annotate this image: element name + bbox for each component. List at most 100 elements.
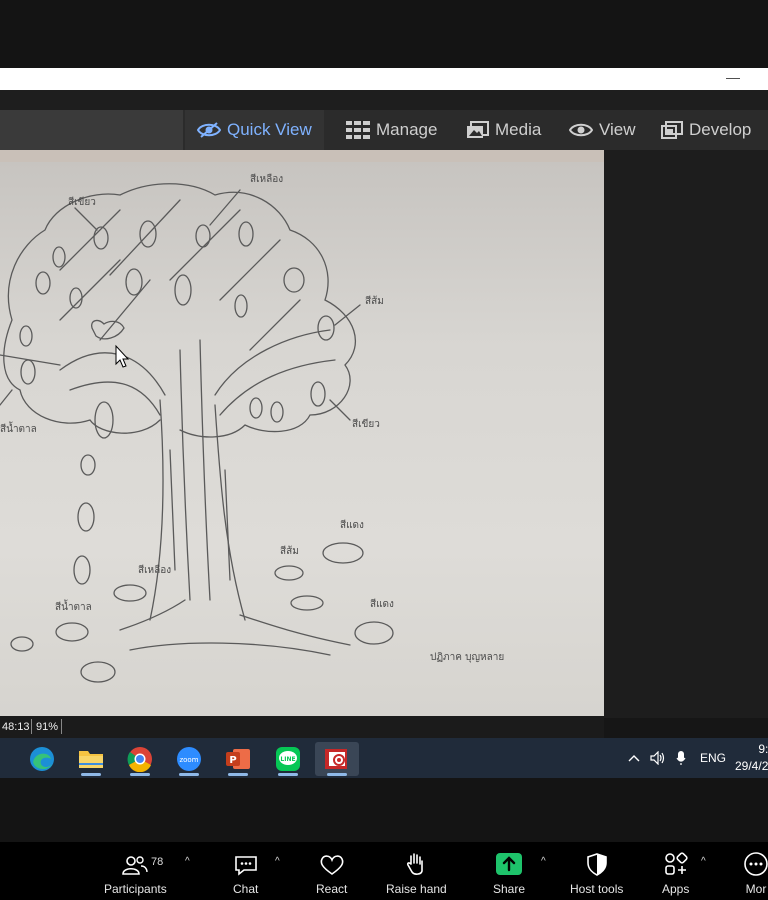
app-toolbar: Quick View Manage Media View Develop — [0, 110, 768, 150]
annotation-ground-far-right: สีแดง — [370, 598, 394, 610]
media-tab[interactable]: Media — [467, 110, 541, 150]
host-tools-button[interactable]: Host tools — [570, 850, 623, 896]
annotation-top: สีเหลือง — [250, 173, 283, 185]
toolbar-left-block — [0, 110, 183, 150]
annotation-ground-center: สีเหลือง — [138, 564, 171, 576]
apps-icon — [664, 850, 688, 876]
running-indicator — [179, 773, 199, 776]
view-label: View — [599, 120, 636, 139]
react-label: React — [316, 882, 348, 896]
status-separator — [31, 719, 32, 734]
apps-button[interactable]: Apps — [662, 850, 689, 896]
tray-clock[interactable]: 9:4 29/4/2 — [735, 741, 768, 775]
annotation-left: สีน้ำตาล — [0, 421, 37, 435]
annotation-top-left: สีเขียว — [68, 196, 96, 208]
running-indicator — [278, 773, 298, 776]
svg-text:LINE: LINE — [280, 756, 295, 763]
quick-view-tab[interactable]: Quick View — [185, 110, 324, 150]
chat-label: Chat — [233, 882, 259, 896]
media-label: Media — [495, 120, 542, 139]
participants-label: Participants — [104, 882, 167, 896]
status-separator — [61, 719, 62, 734]
annotation-right: สีส้ม — [365, 295, 384, 307]
speaker-icon — [650, 751, 665, 765]
running-indicator — [228, 773, 248, 776]
right-side-panel — [604, 150, 768, 718]
raise-hand-button[interactable]: Raise hand — [386, 850, 447, 896]
svg-text:zoom: zoom — [179, 756, 198, 764]
share-button[interactable]: Share — [493, 850, 525, 896]
more-icon — [744, 850, 768, 876]
chat-button[interactable]: Chat — [233, 850, 258, 896]
eye-icon — [569, 122, 593, 138]
file-explorer-icon — [79, 751, 103, 768]
develop-icon — [661, 121, 683, 139]
microphone-icon — [676, 751, 686, 765]
taskbar-line[interactable]: LINE — [266, 742, 310, 776]
chevron-up-icon — [628, 755, 640, 762]
windows-taskbar: zoom P LINE ENG 9:4 29/4/2 — [0, 738, 768, 778]
react-button[interactable]: React — [316, 850, 347, 896]
annotation-right-lower: สีเขียว — [352, 418, 380, 430]
eye-half-icon — [197, 121, 221, 139]
clock-date: 29/4/2 — [735, 759, 768, 773]
raise-hand-label: Raise hand — [386, 882, 447, 896]
running-indicator — [130, 773, 150, 776]
annotation-ground-middle: สีส้ม — [280, 545, 299, 557]
manage-tab[interactable]: Manage — [346, 110, 437, 150]
share-screen-icon — [495, 850, 523, 876]
powerpoint-icon: P — [226, 749, 250, 769]
edge-icon — [30, 747, 54, 771]
share-options-caret[interactable]: ^ — [541, 856, 546, 867]
taskbar-chrome[interactable] — [118, 742, 162, 776]
chrome-icon — [127, 747, 152, 772]
tray-overflow-button[interactable] — [628, 738, 640, 778]
taskbar-file-explorer[interactable] — [69, 742, 113, 776]
heart-icon — [319, 850, 345, 876]
running-indicator — [81, 773, 101, 776]
sketch-signature: ปฏิภาค บุญหลาย — [430, 652, 504, 663]
quick-view-label: Quick View — [227, 120, 312, 139]
raised-hand-icon — [405, 850, 427, 876]
window-gap — [0, 90, 768, 110]
develop-tab[interactable]: Develop — [661, 110, 751, 150]
taskbar-active-app[interactable] — [315, 742, 359, 776]
annotation-ground-right: สีแดง — [340, 519, 364, 531]
more-button[interactable]: Mor — [744, 850, 768, 896]
share-label: Share — [493, 882, 526, 896]
tray-language[interactable]: ENG — [700, 738, 726, 778]
manage-label: Manage — [376, 120, 438, 139]
chat-icon — [234, 850, 258, 876]
tree-sketch-drawing: สีเขียว สีเหลือง สีส้ม สีเขียว สีน้ำตาล … — [0, 173, 504, 683]
apps-label: Apps — [662, 882, 690, 896]
line-icon: LINE — [276, 747, 300, 771]
svg-text:P: P — [229, 755, 236, 766]
more-label: Mor — [745, 882, 767, 896]
meeting-black-area — [0, 778, 768, 842]
grid-icon — [346, 121, 370, 139]
window-title-strip: — — [0, 68, 768, 90]
view-tab[interactable]: View — [569, 110, 636, 150]
participants-options-caret[interactable]: ^ — [185, 856, 190, 867]
minimize-button[interactable]: — — [726, 70, 740, 84]
zoom-icon: zoom — [177, 747, 201, 771]
develop-label: Develop — [689, 120, 752, 139]
taskbar-powerpoint[interactable]: P — [216, 742, 260, 776]
tray-volume[interactable] — [650, 738, 666, 778]
participants-count: 78 — [151, 856, 164, 868]
participants-icon — [122, 850, 149, 876]
taskbar-edge[interactable] — [20, 742, 64, 776]
tray-microphone[interactable] — [676, 738, 686, 778]
viewer-status-bar: 48:13 91% — [0, 716, 604, 738]
zoom-meeting-controls: Participants 78 ^ Chat ^ React Raise han… — [0, 842, 768, 900]
photos-icon — [467, 121, 489, 139]
elapsed-time: 48:13 — [2, 721, 30, 733]
running-indicator — [327, 773, 347, 776]
chat-options-caret[interactable]: ^ — [275, 856, 280, 867]
apps-options-caret[interactable]: ^ — [701, 856, 706, 867]
top-black-band — [0, 0, 768, 68]
taskbar-zoom[interactable]: zoom — [167, 742, 211, 776]
clock-time: 9:4 — [758, 742, 768, 756]
shield-icon — [586, 850, 608, 876]
mouse-cursor-icon — [115, 344, 130, 368]
